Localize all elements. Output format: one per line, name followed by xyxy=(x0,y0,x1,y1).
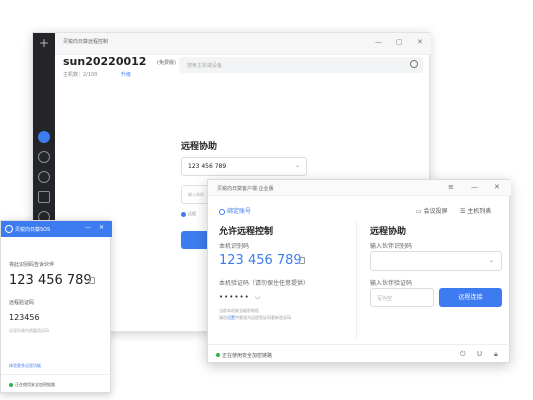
partner-password-label: 输入伙伴验证码 xyxy=(370,280,413,287)
title-bar: 贝锐向日葵远程控制 — ▢ ✕ xyxy=(55,33,431,55)
clock-icon[interactable] xyxy=(38,151,50,163)
status-dot-icon xyxy=(216,353,220,357)
password-label: 远程验证码 xyxy=(9,300,35,306)
search-placeholder: 搜索主机或设备 xyxy=(187,63,223,69)
security-note: 远程时请勿透露验证码 xyxy=(9,328,49,333)
close-button[interactable]: ✕ xyxy=(99,224,104,232)
share-code-label: 将此识别码告诉伙伴 xyxy=(9,262,55,268)
remote-id-select[interactable]: 123 456 789 ⌄ xyxy=(181,157,307,176)
host-list-button[interactable]: ☰ 主机列表 xyxy=(460,206,491,215)
enterprise-window: 贝锐向日葵客户端·企业版 ≡ — ✕ 绑定账号 ▭ 会议投屏 ☰ 主机列表 允许… xyxy=(207,179,511,364)
chevron-down-icon: ⌄ xyxy=(294,162,300,169)
note-suffix: 中更改为远程验证码更新验证码 xyxy=(235,315,291,320)
minimize-button[interactable]: — xyxy=(471,183,478,192)
sunflower-logo-icon xyxy=(5,225,13,233)
search-icon[interactable] xyxy=(410,60,418,68)
status-text: 正在使用安全加密链路 xyxy=(15,382,55,387)
upgrade-link[interactable]: 升级 xyxy=(121,71,131,78)
sos-header: 贝锐向日葵SOS — ✕ xyxy=(1,221,112,237)
security-note-2: 请在设置中更改为远程验证码更新验证码 xyxy=(219,315,291,321)
password-mask: •••••• xyxy=(219,293,250,301)
local-password-label: 本机验证码（请勿保住任意提供） xyxy=(219,280,310,287)
remote-assist-title: 远程协助 xyxy=(370,227,407,237)
sos-window: 贝锐向日葵SOS — ✕ 将此识别码告诉伙伴 123 456 789 远程验证码… xyxy=(0,220,112,394)
remote-assist-title: 远程协助 xyxy=(181,142,218,152)
remote-connect-button[interactable]: 远程连接 xyxy=(439,288,502,307)
sos-code: 123 456 789 xyxy=(9,273,92,288)
lock-icon[interactable]: 🔒︎ xyxy=(494,350,498,359)
globe-icon[interactable] xyxy=(38,171,50,183)
meeting-cast-label: 会议投屏 xyxy=(423,208,448,215)
settings-link[interactable]: 设置 xyxy=(227,315,235,320)
host-list-label: 主机列表 xyxy=(467,208,492,215)
u-icon[interactable]: U xyxy=(477,350,482,359)
remote-id-value: 123 456 789 xyxy=(188,163,227,170)
username: sun20220012 xyxy=(63,55,147,68)
user-icon xyxy=(219,208,225,215)
minimize-button[interactable]: — xyxy=(85,224,91,232)
partner-id-input[interactable]: ⌄ xyxy=(370,251,502,271)
partner-id-label: 输入伙伴识别码 xyxy=(370,243,413,250)
copy-icon[interactable] xyxy=(299,257,305,264)
radio-icon[interactable] xyxy=(181,211,186,217)
bind-account-button[interactable]: 绑定账号 xyxy=(219,206,251,215)
chevron-down-icon[interactable]: ⌄ xyxy=(489,257,494,264)
eye-icon[interactable]: ◡ xyxy=(255,293,260,300)
edition-label: (免费版) xyxy=(157,60,176,66)
divider xyxy=(356,220,357,338)
note-prefix: 请在 xyxy=(219,315,227,320)
remote-option-label: 远程 xyxy=(188,211,196,216)
grid-icon[interactable] xyxy=(38,191,50,203)
close-button[interactable]: ✕ xyxy=(494,183,500,192)
meeting-cast-button[interactable]: ▭ 会议投屏 xyxy=(416,206,448,215)
partner-password-input[interactable]: 写为空 xyxy=(370,288,434,307)
menu-icon[interactable]: ≡ xyxy=(448,183,454,192)
local-id-label: 本机识别码 xyxy=(219,243,250,250)
enterprise-title: 贝锐向日葵客户端·企业版 xyxy=(217,186,274,192)
status-dot-icon xyxy=(9,383,13,387)
maximize-button[interactable]: ▢ xyxy=(396,37,403,47)
enterprise-title-bar: 贝锐向日葵客户端·企业版 ≡ — ✕ xyxy=(208,180,511,196)
power-icon[interactable]: ⏻ xyxy=(460,350,466,359)
more-features-link[interactable]: 体验更多远程功能 xyxy=(9,363,41,369)
minimize-button[interactable]: — xyxy=(375,37,382,47)
remote-option[interactable]: 远程 xyxy=(181,211,196,217)
close-button[interactable]: ✕ xyxy=(417,37,423,47)
sos-title: 贝锐向日葵SOS xyxy=(15,227,51,233)
status-text: 正在使用安全加密链路 xyxy=(222,353,273,359)
status-bar: 正在使用安全加密链路 ⏻ U 🔒︎ xyxy=(208,344,511,364)
security-note-1: 当前本机安全级别较低 xyxy=(219,308,259,313)
status-bar: 正在使用安全加密链路 xyxy=(1,374,112,394)
search-input[interactable]: 搜索主机或设备 xyxy=(179,57,423,73)
partner-input-placeholder: 输入伙伴 xyxy=(188,192,204,197)
allow-control-title: 允许远程控制 xyxy=(219,227,274,237)
plus-icon[interactable]: + xyxy=(38,37,50,49)
local-id-code: 123 456 789 xyxy=(219,253,302,268)
chat-icon[interactable] xyxy=(38,131,50,143)
password-value: 123456 xyxy=(9,313,40,322)
copy-icon[interactable] xyxy=(89,277,95,284)
partner-password-placeholder: 写为空 xyxy=(377,296,393,302)
host-count: 主机数：2/100 xyxy=(63,72,98,78)
app-title: 贝锐向日葵远程控制 xyxy=(63,39,109,45)
bind-account-label: 绑定账号 xyxy=(227,208,252,215)
